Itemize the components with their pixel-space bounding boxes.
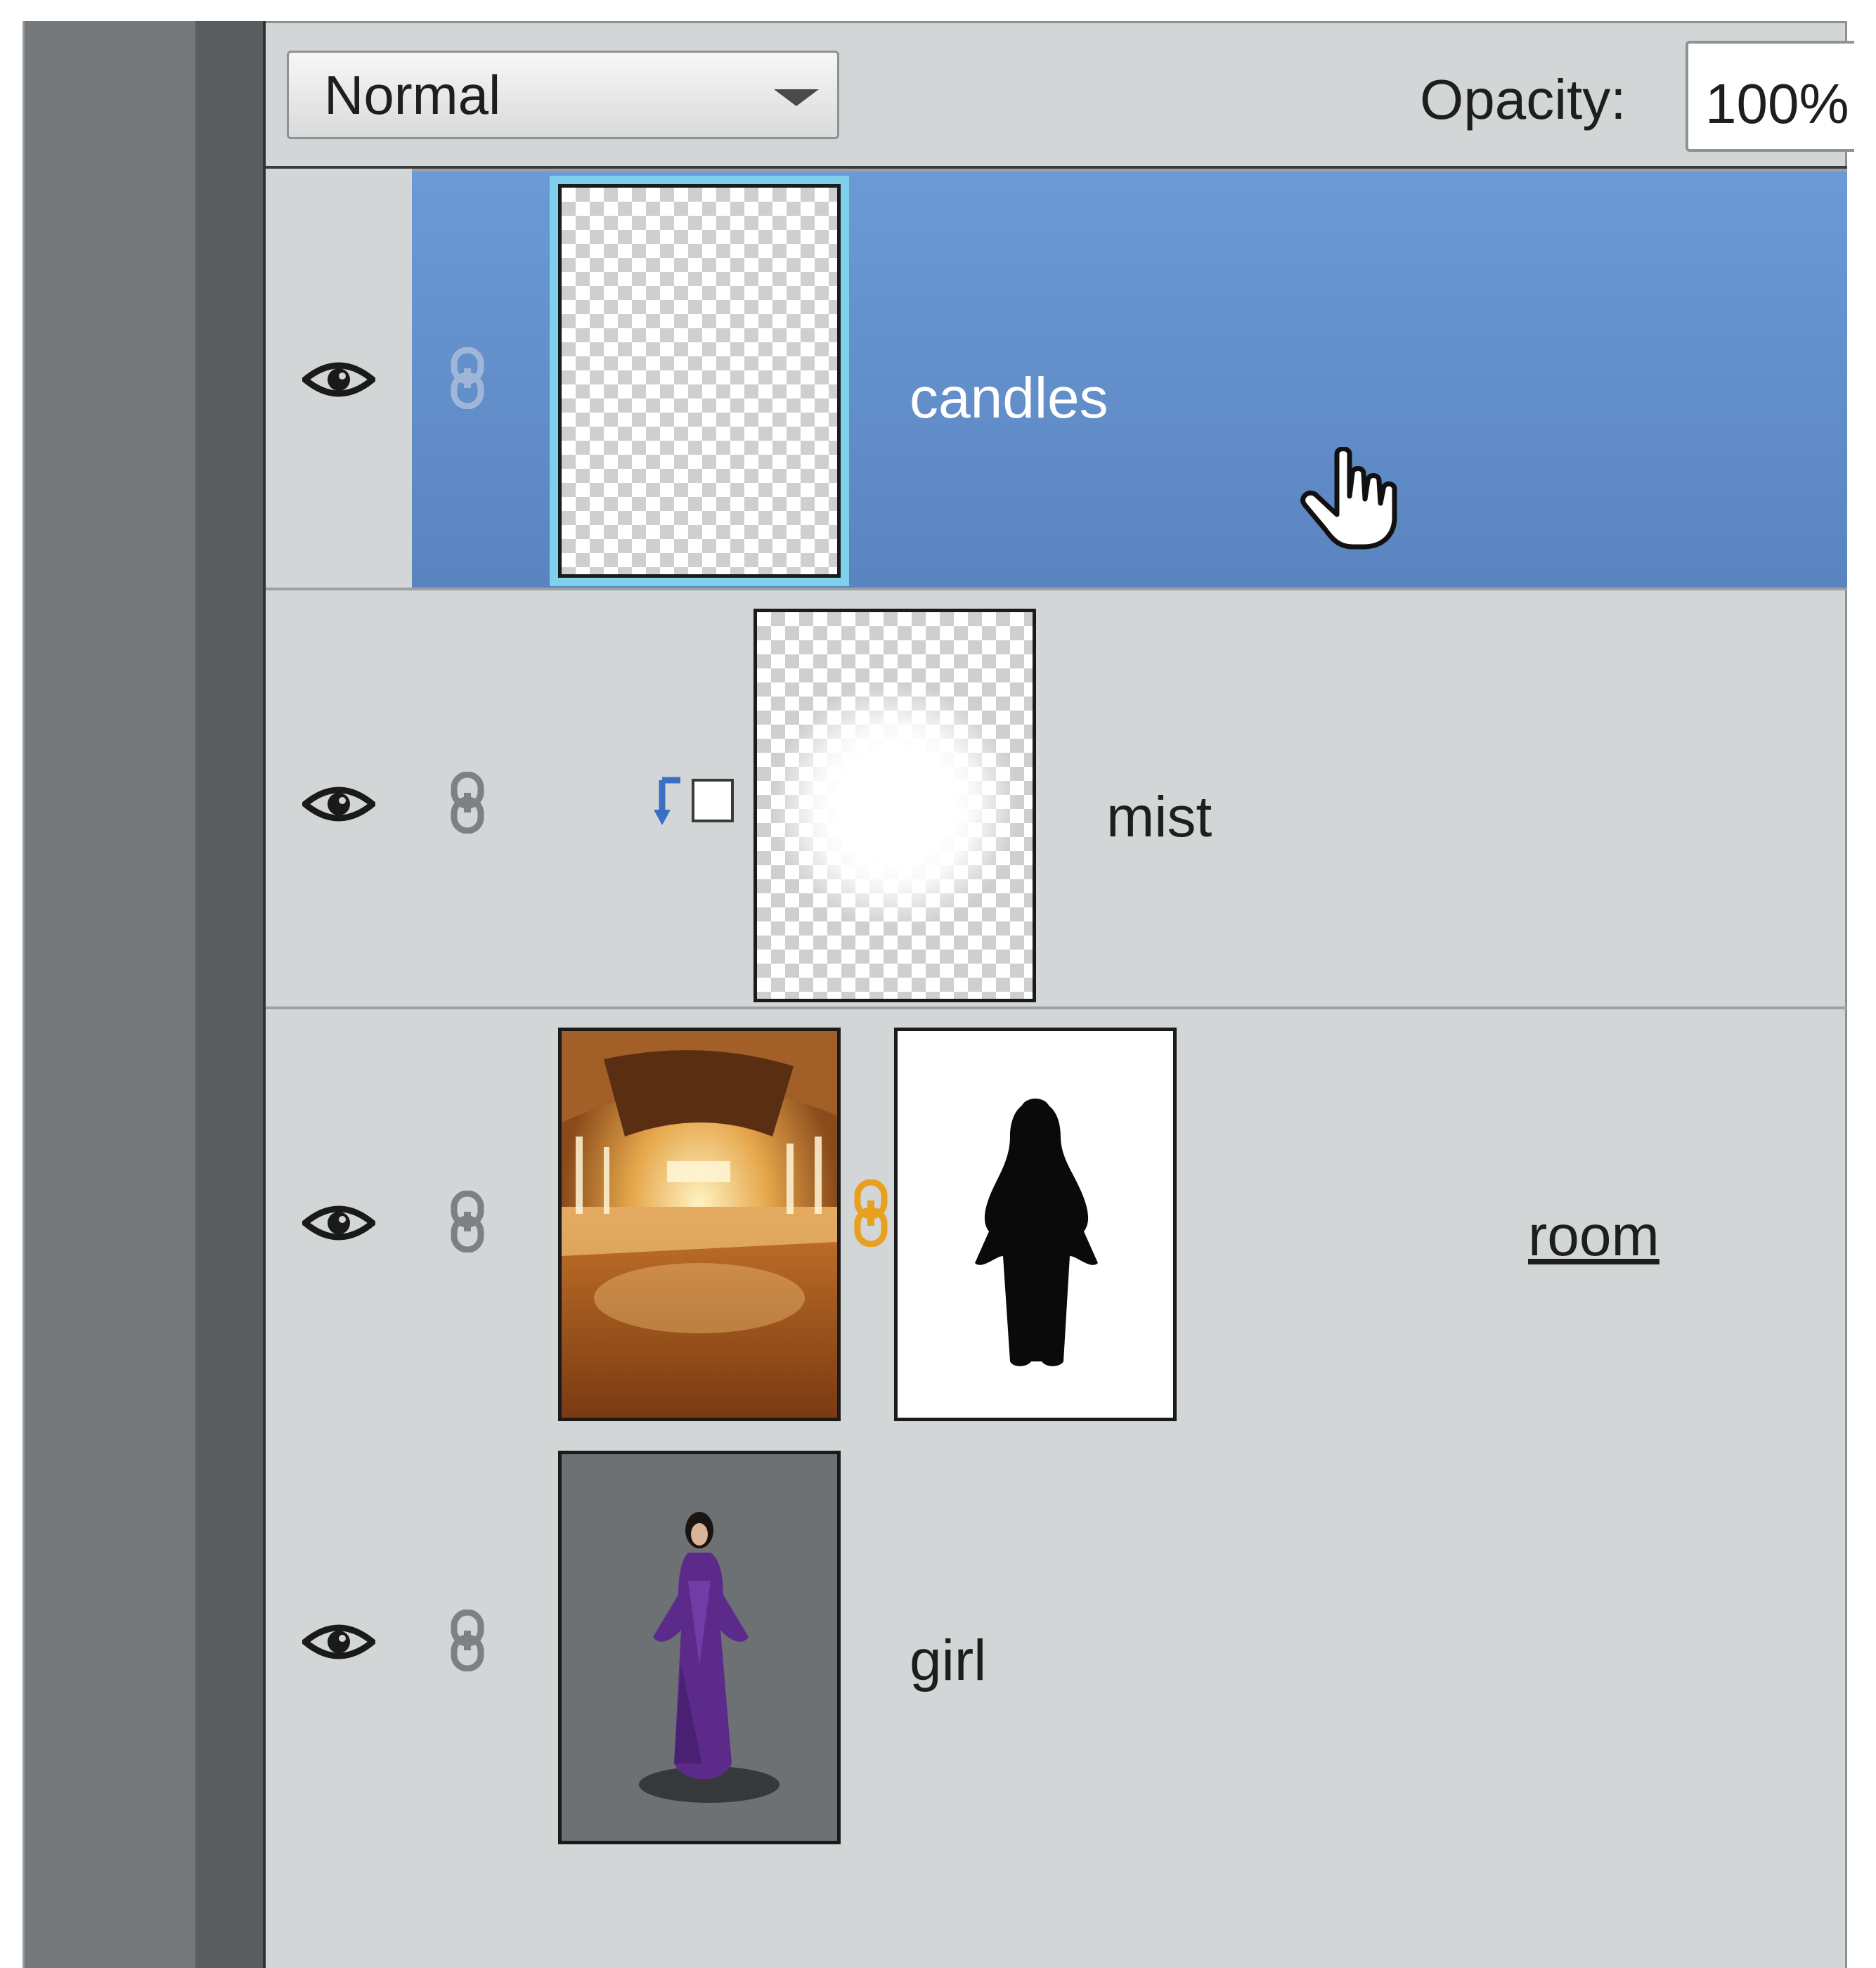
layer-name-room[interactable]: room <box>1528 1205 1660 1268</box>
layer-thumbnail-mist <box>753 609 1036 1002</box>
row-divider <box>266 1006 1847 1009</box>
opacity-label: Opacity: <box>1420 68 1626 131</box>
opacity-field[interactable]: 100% <box>1686 41 1854 152</box>
opacity-value: 100% <box>1705 72 1849 135</box>
link-icon[interactable] <box>450 772 485 834</box>
layer-name-girl[interactable]: girl <box>910 1629 986 1692</box>
clipped-layer-icon <box>692 779 734 822</box>
layer-thumbnail-room <box>558 1028 841 1421</box>
eye-icon[interactable] <box>302 780 375 828</box>
chevron-down-icon <box>774 89 819 106</box>
link-icon[interactable] <box>450 347 485 409</box>
layer-name-candles[interactable]: candles <box>910 367 1108 430</box>
layer-thumbnail-girl <box>558 1451 841 1844</box>
link-icon[interactable] <box>450 1191 485 1252</box>
left-dock-divider <box>195 21 263 1968</box>
blend-mode-value: Normal <box>324 64 501 126</box>
layer-thumbnail-candles <box>558 184 841 578</box>
row-divider <box>266 169 1847 171</box>
eye-icon[interactable] <box>302 1618 375 1666</box>
eye-icon[interactable] <box>302 356 375 403</box>
clipping-mask-arrow-icon <box>654 777 680 825</box>
layer-row-mist[interactable]: mist <box>266 588 1847 1006</box>
layer-row-room[interactable]: room <box>266 1006 1847 1425</box>
blend-mode-dropdown[interactable]: Normal <box>287 51 839 139</box>
layer-name-mist[interactable]: mist <box>1106 786 1212 849</box>
hand-cursor-icon <box>1300 447 1397 550</box>
layer-row-candles[interactable]: candles <box>266 169 1847 588</box>
layer-row-girl[interactable]: girl <box>266 1425 1847 1968</box>
row-divider <box>266 588 1847 590</box>
link-icon[interactable] <box>450 1610 485 1671</box>
mask-link-icon[interactable] <box>853 1179 888 1247</box>
eye-icon[interactable] <box>302 1199 375 1247</box>
layer-mask-thumbnail-room <box>894 1028 1177 1421</box>
left-dock-strip <box>22 21 198 1968</box>
